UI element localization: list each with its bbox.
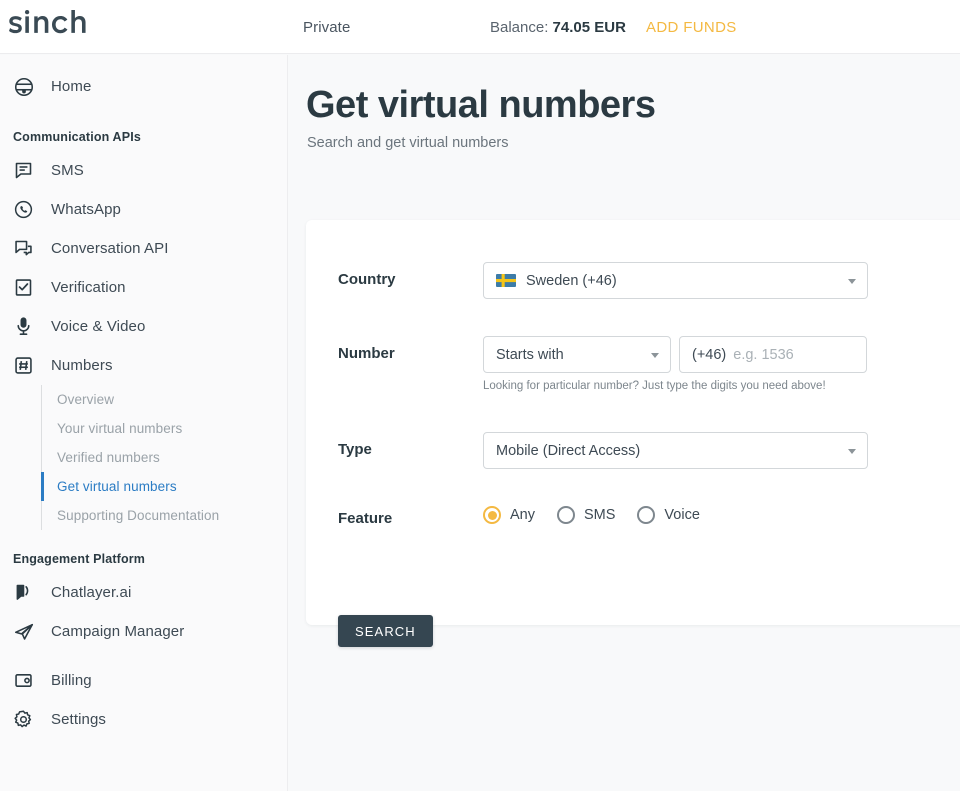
sidebar-item-chatlayer[interactable]: Chatlayer.ai: [0, 573, 287, 612]
balance-display: Balance: 74.05 EUR: [490, 19, 626, 36]
country-label: Country: [338, 271, 396, 288]
sidebar-item-label: Numbers: [51, 357, 113, 374]
sidebar-item-whatsapp[interactable]: WhatsApp: [0, 190, 287, 229]
number-input-placeholder: e.g. 1536: [733, 346, 794, 363]
feature-radio-group: Any SMS Voice: [483, 501, 722, 524]
sidebar-navigation: Home Communication APIs SMS WhatsApp Con…: [0, 55, 288, 791]
country-select[interactable]: Sweden (+46): [483, 262, 868, 299]
sidebar-item-label: Home: [51, 78, 92, 95]
feature-radio-voice[interactable]: Voice: [637, 506, 700, 524]
chevron-down-icon: [848, 448, 856, 454]
sidebar-item-label: Voice & Video: [51, 318, 146, 335]
sidebar-item-label: Settings: [51, 711, 106, 728]
sidebar-section-communication-apis: Communication APIs: [13, 130, 141, 144]
feature-radio-label: Any: [510, 507, 535, 523]
balance-amount: 74.05 EUR: [552, 19, 626, 36]
sidebar-item-label: Conversation API: [51, 240, 169, 257]
sidebar-item-home[interactable]: Home: [0, 67, 287, 106]
verification-icon: [13, 277, 43, 299]
number-match-mode-select[interactable]: Starts with: [483, 336, 671, 373]
number-label: Number: [338, 345, 395, 362]
country-select-value: Sweden (+46): [526, 272, 617, 289]
paper-plane-icon: [13, 621, 43, 643]
type-select[interactable]: Mobile (Direct Access): [483, 432, 868, 469]
radio-dot-icon: [637, 506, 656, 524]
sidebar-item-label: Campaign Manager: [51, 623, 185, 640]
sidebar-section-engagement-platform: Engagement Platform: [13, 552, 146, 566]
radio-dot-icon: [483, 506, 501, 524]
sidebar-subitem-supporting-documentation[interactable]: Supporting Documentation: [41, 501, 287, 530]
sidebar-item-voice-video[interactable]: Voice & Video: [0, 307, 287, 346]
number-prefix: (+46): [692, 346, 727, 363]
sidebar-item-label: Chatlayer.ai: [51, 584, 132, 601]
sinch-logo[interactable]: [6, 9, 110, 40]
type-label: Type: [338, 441, 372, 458]
sidebar-item-billing[interactable]: Billing: [0, 661, 287, 700]
number-match-mode-value: Starts with: [496, 346, 564, 363]
type-select-value: Mobile (Direct Access): [496, 442, 641, 459]
home-icon: [13, 76, 43, 98]
sidebar-item-verification[interactable]: Verification: [0, 268, 287, 307]
form-row-feature: Feature Any SMS Voice: [338, 501, 722, 527]
feature-radio-any[interactable]: Any: [483, 506, 535, 524]
sidebar-subitem-overview[interactable]: Overview: [41, 385, 287, 414]
chevron-down-icon: [848, 278, 856, 284]
form-row-number: Number Starts with (+46) e.g. 1536 Looki…: [338, 336, 867, 392]
sidebar-item-label: Billing: [51, 672, 92, 689]
number-input[interactable]: (+46) e.g. 1536: [679, 336, 867, 373]
sidebar-spacer-footer: [0, 651, 287, 661]
chevron-down-icon: [651, 352, 659, 358]
sidebar-subitem-your-virtual-numbers[interactable]: Your virtual numbers: [41, 414, 287, 443]
hash-icon: [13, 355, 43, 377]
conversation-icon: [13, 238, 43, 260]
sidebar-item-label: SMS: [51, 162, 84, 179]
sidebar-item-settings[interactable]: Settings: [0, 700, 287, 739]
search-button[interactable]: SEARCH: [338, 615, 433, 647]
top-header-bar: Private Balance: 74.05 EUR ADD FUNDS: [0, 0, 960, 54]
form-row-type: Type Mobile (Direct Access): [338, 432, 868, 469]
wallet-icon: [13, 670, 43, 692]
sidebar-item-label: WhatsApp: [51, 201, 121, 218]
sweden-flag-icon: [496, 274, 516, 287]
sidebar-item-label: Verification: [51, 279, 126, 296]
whatsapp-icon: [13, 199, 43, 221]
sms-icon: [13, 160, 43, 182]
feature-label: Feature: [338, 510, 393, 527]
search-form-card: Country Sweden (+46) Number Starts with: [306, 220, 960, 647]
sidebar-item-numbers[interactable]: Numbers: [0, 346, 287, 385]
radio-dot-icon: [557, 506, 575, 524]
chat-bubble-icon: [13, 582, 43, 604]
page-subtitle: Search and get virtual numbers: [307, 135, 509, 151]
page-title: Get virtual numbers: [306, 84, 656, 126]
sidebar-item-conversation-api[interactable]: Conversation API: [0, 229, 287, 268]
sidebar-subnav-numbers: Overview Your virtual numbers Verified n…: [41, 385, 287, 530]
add-funds-button[interactable]: ADD FUNDS: [646, 19, 737, 36]
account-scope-label[interactable]: Private: [303, 19, 350, 36]
form-row-country: Country Sweden (+46): [338, 262, 868, 299]
main-content-area: Get virtual numbers Search and get virtu…: [289, 55, 960, 791]
sidebar-item-campaign-manager[interactable]: Campaign Manager: [0, 612, 287, 651]
microphone-icon: [13, 316, 43, 338]
number-hint-text: Looking for particular number? Just type…: [483, 380, 826, 392]
feature-radio-label: Voice: [664, 507, 700, 523]
feature-radio-sms[interactable]: SMS: [557, 506, 615, 524]
gear-icon: [13, 709, 43, 731]
balance-prefix-label: Balance:: [490, 19, 549, 36]
sidebar-subitem-get-virtual-numbers[interactable]: Get virtual numbers: [41, 472, 287, 501]
sidebar-item-sms[interactable]: SMS: [0, 151, 287, 190]
sidebar-subitem-verified-numbers[interactable]: Verified numbers: [41, 443, 287, 472]
feature-radio-label: SMS: [584, 507, 616, 523]
